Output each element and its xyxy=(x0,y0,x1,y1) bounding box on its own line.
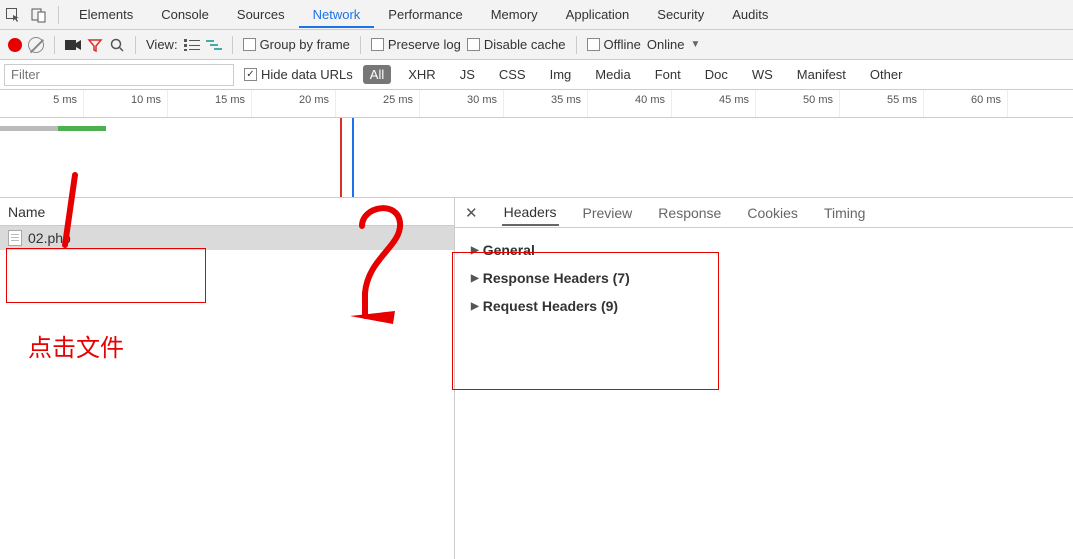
filter-type-js[interactable]: JS xyxy=(453,65,482,84)
search-icon[interactable] xyxy=(109,37,125,53)
group-by-frame-label: Group by frame xyxy=(260,37,350,52)
timeline-tick: 10 ms xyxy=(84,90,168,117)
device-toggle-icon[interactable] xyxy=(26,2,52,28)
separator xyxy=(58,6,59,24)
checkbox-checked-icon: ✓ xyxy=(244,68,257,81)
filter-type-other[interactable]: Other xyxy=(863,65,910,84)
online-label: Online xyxy=(647,37,685,52)
triangle-right-icon: ▶ xyxy=(471,301,479,312)
timeline-tick: 50 ms xyxy=(756,90,840,117)
section-request-headers[interactable]: ▶ Request Headers (9) xyxy=(455,292,1073,320)
section-general[interactable]: ▶ General xyxy=(455,236,1073,264)
filter-type-xhr[interactable]: XHR xyxy=(401,65,442,84)
filter-icon[interactable] xyxy=(87,37,103,53)
disable-cache-label: Disable cache xyxy=(484,37,566,52)
tab-elements[interactable]: Elements xyxy=(65,1,147,28)
file-icon xyxy=(8,230,22,246)
camera-icon[interactable] xyxy=(65,37,81,53)
filter-type-css[interactable]: CSS xyxy=(492,65,533,84)
throttling-select[interactable]: Online ▼ xyxy=(647,37,700,52)
hide-data-urls-option[interactable]: ✓ Hide data URLs xyxy=(244,67,353,82)
offline-label: Offline xyxy=(604,37,641,52)
request-row[interactable]: 02.php xyxy=(0,226,454,250)
section-general-label: General xyxy=(483,242,535,258)
timeline-tick: 40 ms xyxy=(588,90,672,117)
timeline-tick: 5 ms xyxy=(0,90,84,117)
detail-tab-headers[interactable]: Headers xyxy=(502,199,559,226)
list-view-icon[interactable] xyxy=(184,37,200,53)
hide-data-urls-label: Hide data URLs xyxy=(261,67,353,82)
filter-type-manifest[interactable]: Manifest xyxy=(790,65,853,84)
filter-type-doc[interactable]: Doc xyxy=(698,65,735,84)
section-request-headers-label: Request Headers (9) xyxy=(483,298,618,314)
inspect-icon[interactable] xyxy=(0,2,26,28)
timeline-tick: 35 ms xyxy=(504,90,588,117)
separator xyxy=(54,36,55,54)
timeline-tick: 15 ms xyxy=(168,90,252,117)
filter-type-font[interactable]: Font xyxy=(648,65,688,84)
checkbox-icon xyxy=(467,38,480,51)
clear-button[interactable] xyxy=(28,37,44,53)
chevron-down-icon: ▼ xyxy=(690,39,700,50)
offline-option[interactable]: Offline xyxy=(587,37,641,52)
detail-tab-timing[interactable]: Timing xyxy=(822,200,868,226)
group-by-frame-option[interactable]: Group by frame xyxy=(243,37,350,52)
view-label: View: xyxy=(146,37,178,52)
tab-performance[interactable]: Performance xyxy=(374,1,476,28)
tab-memory[interactable]: Memory xyxy=(477,1,552,28)
request-detail-pane: ✕ Headers Preview Response Cookies Timin… xyxy=(455,198,1073,559)
tab-application[interactable]: Application xyxy=(552,1,644,28)
filter-type-all[interactable]: All xyxy=(363,65,391,84)
timeline-tick: 55 ms xyxy=(840,90,924,117)
disable-cache-option[interactable]: Disable cache xyxy=(467,37,566,52)
tab-sources[interactable]: Sources xyxy=(223,1,299,28)
detail-tab-cookies[interactable]: Cookies xyxy=(745,200,800,226)
timeline-tick: 45 ms xyxy=(672,90,756,117)
filter-type-media[interactable]: Media xyxy=(588,65,637,84)
filter-type-ws[interactable]: WS xyxy=(745,65,780,84)
waterfall-overview[interactable] xyxy=(0,118,1073,198)
checkbox-icon xyxy=(371,38,384,51)
separator xyxy=(576,36,577,54)
timeline-ruler[interactable]: 5 ms 10 ms 15 ms 20 ms 25 ms 30 ms 35 ms… xyxy=(0,90,1073,118)
checkbox-icon xyxy=(587,38,600,51)
triangle-right-icon: ▶ xyxy=(471,273,479,284)
timeline-tick: 20 ms xyxy=(252,90,336,117)
request-list-pane: Name 02.php xyxy=(0,198,455,559)
timeline-tick: 60 ms xyxy=(924,90,1008,117)
overview-bar xyxy=(58,126,106,131)
waterfall-view-icon[interactable] xyxy=(206,37,222,53)
record-button[interactable] xyxy=(8,38,22,52)
request-name: 02.php xyxy=(28,230,71,246)
name-column-header[interactable]: Name xyxy=(0,198,454,226)
domcontentloaded-line xyxy=(340,118,342,197)
detail-tab-response[interactable]: Response xyxy=(656,200,723,226)
preserve-log-option[interactable]: Preserve log xyxy=(371,37,461,52)
close-detail-button[interactable]: ✕ xyxy=(465,204,478,222)
tab-security[interactable]: Security xyxy=(643,1,718,28)
section-response-headers-label: Response Headers (7) xyxy=(483,270,630,286)
tab-network[interactable]: Network xyxy=(299,1,375,28)
separator xyxy=(232,36,233,54)
filter-input[interactable] xyxy=(4,64,234,86)
separator xyxy=(135,36,136,54)
preserve-log-label: Preserve log xyxy=(388,37,461,52)
filter-type-img[interactable]: Img xyxy=(543,65,579,84)
timeline-tick: 30 ms xyxy=(420,90,504,117)
detail-tab-preview[interactable]: Preview xyxy=(581,200,635,226)
overview-bar xyxy=(0,126,58,131)
checkbox-icon xyxy=(243,38,256,51)
timeline-tick: 25 ms xyxy=(336,90,420,117)
section-response-headers[interactable]: ▶ Response Headers (7) xyxy=(455,264,1073,292)
tab-console[interactable]: Console xyxy=(147,1,223,28)
load-line xyxy=(352,118,354,197)
triangle-right-icon: ▶ xyxy=(471,245,479,256)
tab-audits[interactable]: Audits xyxy=(718,1,782,28)
separator xyxy=(360,36,361,54)
